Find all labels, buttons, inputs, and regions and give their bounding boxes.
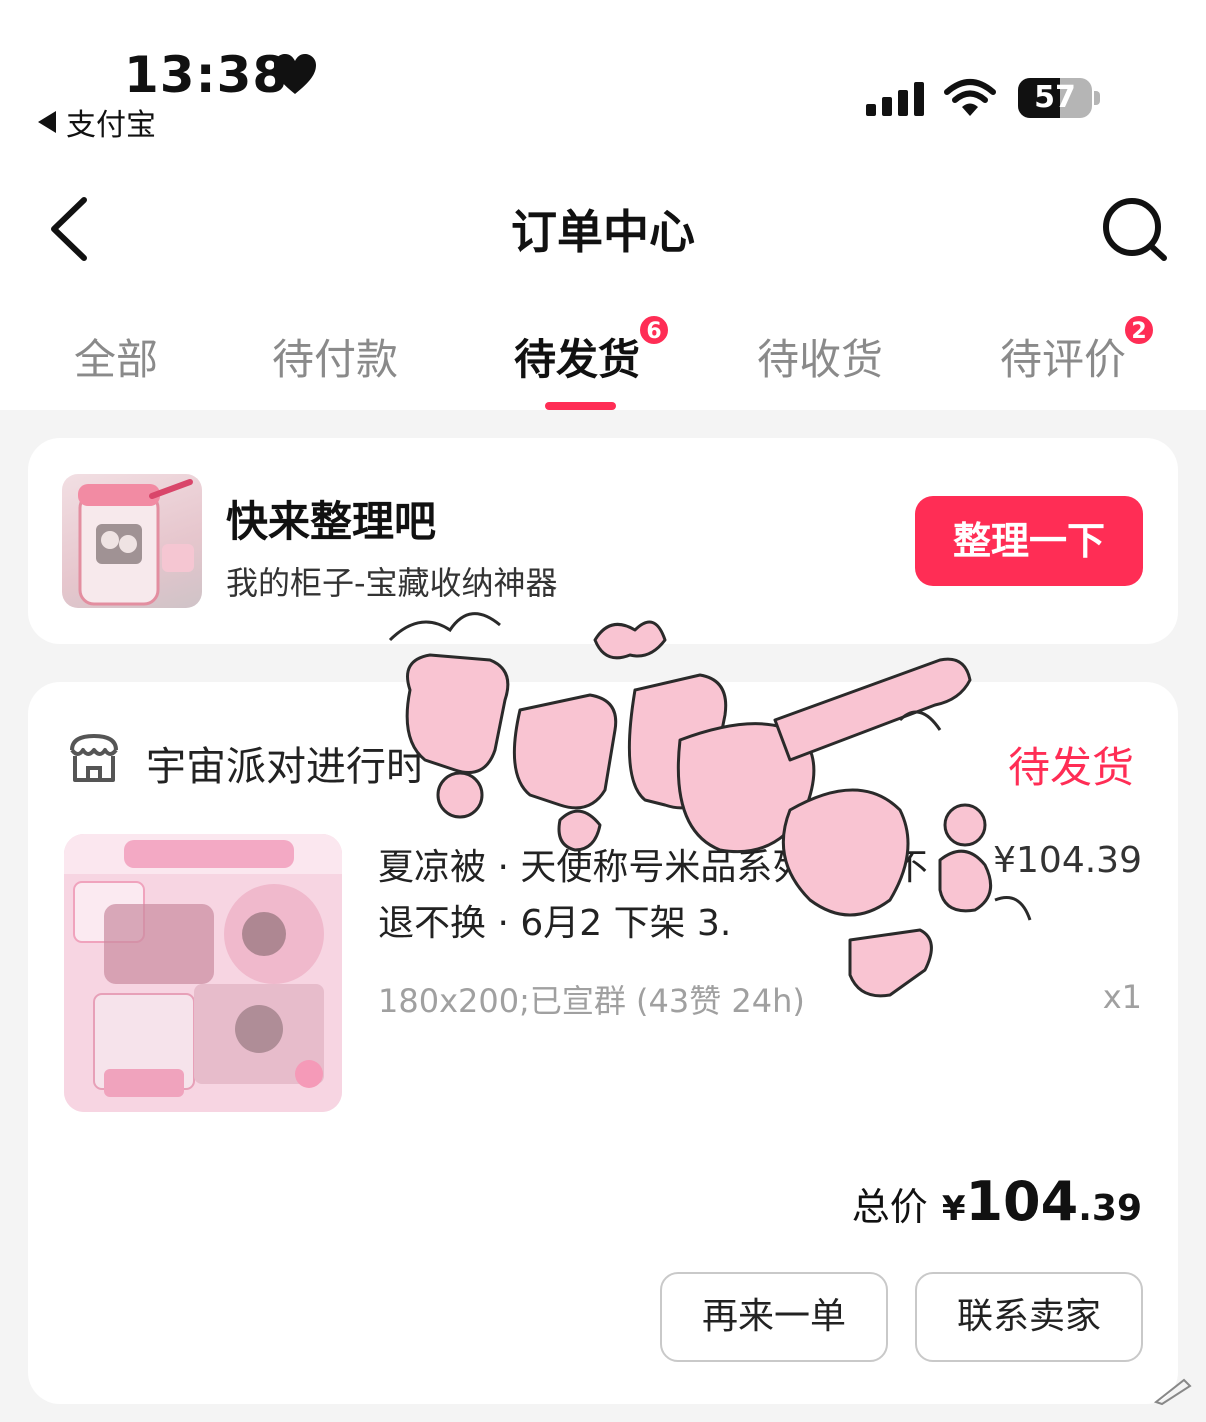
- edit-corner-icon: [1153, 1378, 1192, 1406]
- tab-pending-review[interactable]: 待评价: [1000, 326, 1126, 387]
- total-label: 总价: [851, 1185, 928, 1229]
- promo-title: 快来整理吧: [226, 497, 437, 546]
- tab-badge-pending-review: 2: [1123, 314, 1155, 346]
- back-triangle-icon: [38, 111, 56, 133]
- order-card[interactable]: 宇宙派对进行时 待发货 夏凉被 · 天使称号米品系列 拍下不退不换 · 6月2 …: [28, 682, 1178, 1404]
- total-currency: ¥: [941, 1189, 966, 1229]
- battery-level: 57: [1034, 80, 1076, 115]
- back-to-app[interactable]: 支付宝: [38, 100, 156, 144]
- battery-icon: 57: [1018, 78, 1100, 118]
- search-icon[interactable]: [1100, 196, 1170, 262]
- tab-pending-shipment[interactable]: 待发货: [514, 326, 640, 387]
- status-time: 13:38: [124, 46, 289, 104]
- product-image-art: [64, 834, 342, 1112]
- total-decimal: .39: [1078, 1188, 1142, 1229]
- contact-seller-button[interactable]: 联系卖家: [915, 1272, 1143, 1362]
- tab-badge-pending-shipment: 6: [638, 314, 670, 346]
- order-status: 待发货: [1008, 743, 1135, 792]
- promo-subtitle: 我的柜子-宝藏收纳神器: [226, 564, 558, 602]
- product-title[interactable]: 夏凉被 · 天使称号米品系列 拍下不退不换 · 6月2 下架 3.: [378, 840, 958, 952]
- product-quantity: x1: [1102, 978, 1142, 1016]
- organize-button[interactable]: 整理一下: [915, 496, 1143, 586]
- page-title: 订单中心: [511, 205, 695, 259]
- tab-all[interactable]: 全部: [74, 326, 158, 387]
- heart-icon: [274, 54, 316, 94]
- reorder-button[interactable]: 再来一单: [660, 1272, 888, 1362]
- product-image[interactable]: [64, 834, 342, 1112]
- product-price: ¥104.39: [993, 840, 1142, 881]
- store-icon: [70, 733, 118, 782]
- promo-image: [62, 474, 202, 608]
- battery-body: 57: [1018, 78, 1092, 118]
- active-tab-indicator: [545, 402, 616, 410]
- back-app-label: 支付宝: [66, 108, 156, 143]
- total-integer: 104: [965, 1170, 1079, 1233]
- signal-icon: [866, 82, 924, 116]
- wifi-icon: [944, 79, 996, 116]
- promo-card[interactable]: 快来整理吧 我的柜子-宝藏收纳神器 整理一下: [28, 438, 1178, 644]
- order-total: 总价 ¥104.39: [828, 1170, 1142, 1233]
- battery-cap: [1094, 91, 1100, 105]
- promo-image-art: [78, 479, 194, 606]
- store-name[interactable]: 宇宙派对进行时: [146, 734, 426, 792]
- tab-pending-payment[interactable]: 待付款: [272, 326, 398, 387]
- product-spec: 180x200;已宣群 (43赞 24h): [378, 982, 805, 1020]
- tab-pending-receipt[interactable]: 待收货: [757, 326, 883, 387]
